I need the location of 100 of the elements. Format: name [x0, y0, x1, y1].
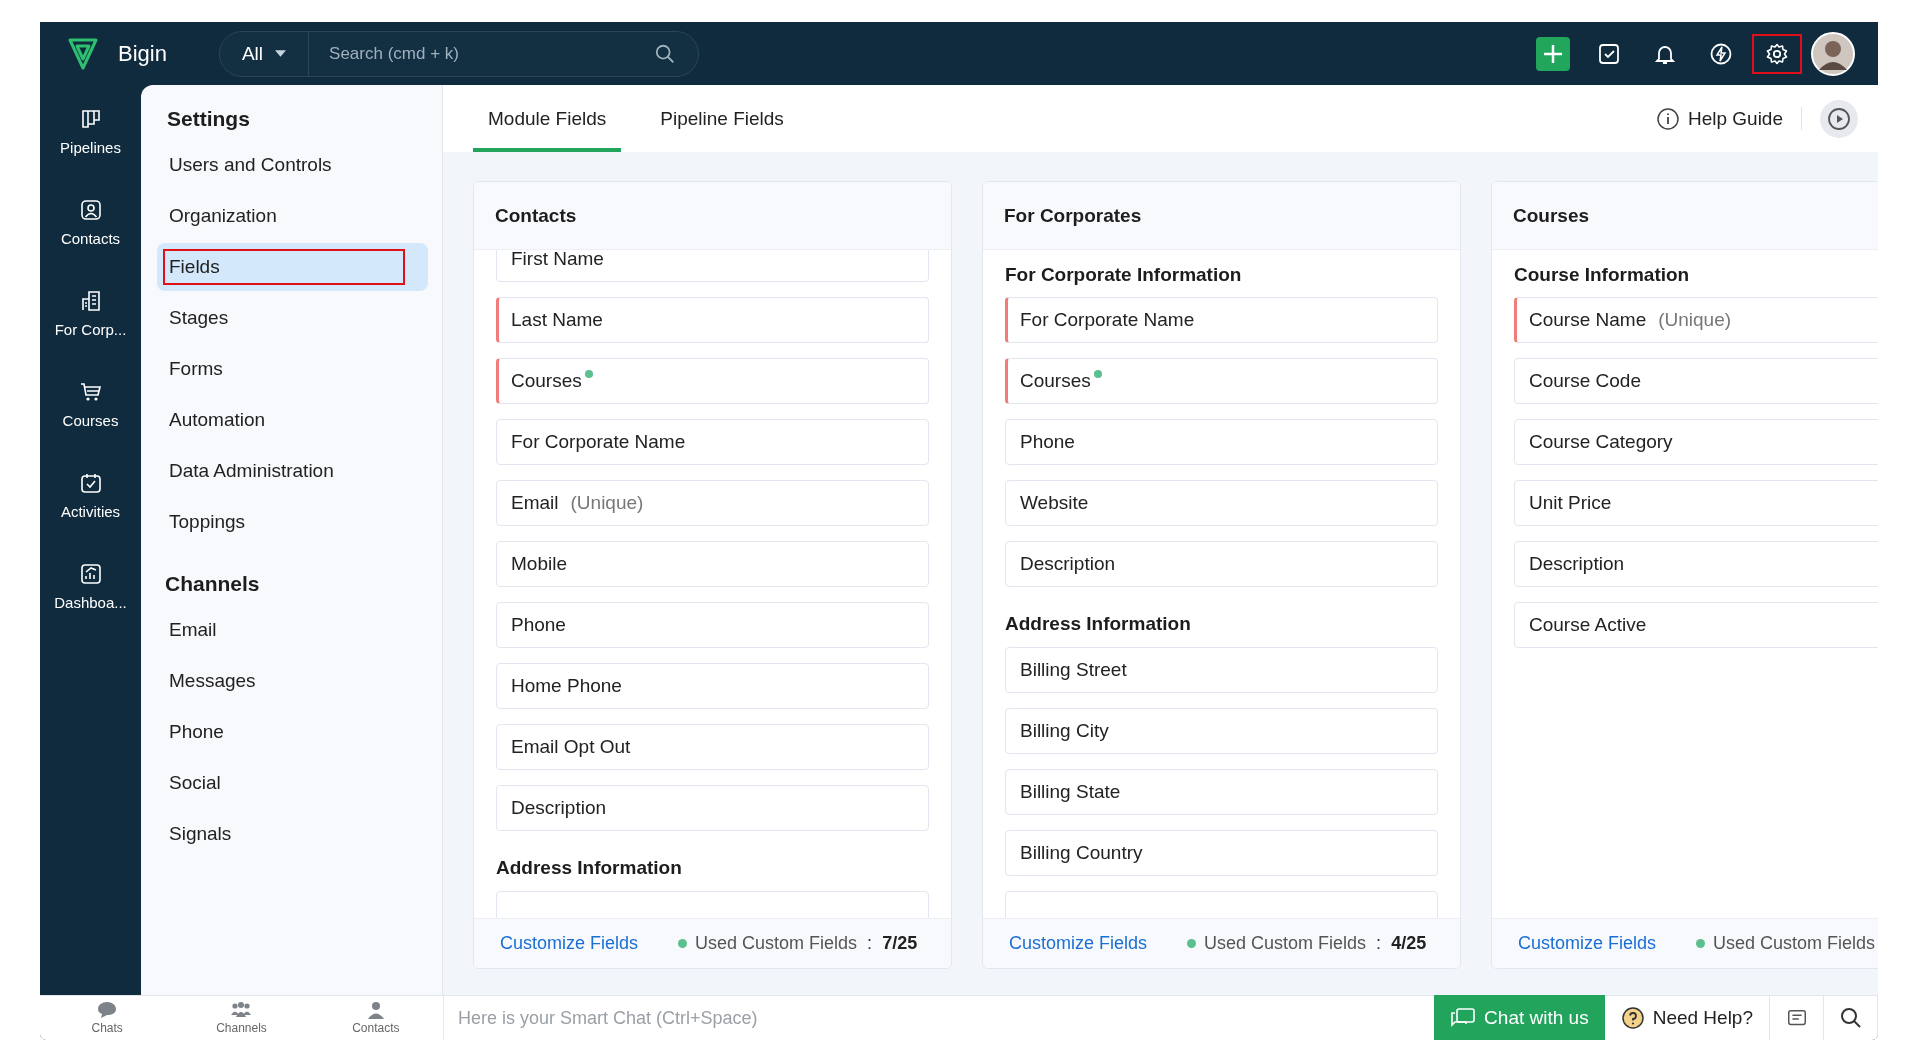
nav-item[interactable]: Dashboa... [40, 562, 141, 611]
field-row[interactable]: Phone [1005, 419, 1438, 465]
bottom-tab[interactable]: Chats [57, 996, 158, 1040]
field-label: Courses [511, 370, 582, 392]
field-row[interactable]: Website [1005, 480, 1438, 526]
field-row[interactable]: Home Phone [496, 663, 929, 709]
field-label: Billing Street [1020, 659, 1127, 681]
settings-item[interactable]: Toppings [157, 498, 428, 546]
field-row[interactable]: For Corporate Name [1005, 297, 1438, 343]
field-row[interactable]: Unit Price [1514, 480, 1878, 526]
field-row[interactable]: Course Name (Unique) [1514, 297, 1878, 343]
bottom-tab[interactable]: Channels [191, 996, 292, 1040]
nav-item[interactable]: Pipelines [40, 107, 141, 156]
used-fields-count: 4/25 [1391, 933, 1427, 954]
field-row[interactable]: Email Opt Out [496, 724, 929, 770]
logo-icon [68, 36, 98, 71]
card-title: For Corporates [983, 182, 1460, 250]
settings-item[interactable]: Email [157, 606, 428, 654]
field-row[interactable]: Billing City [1005, 708, 1438, 754]
notes-button[interactable] [1770, 995, 1824, 1040]
field-row[interactable]: Billing State [1005, 769, 1438, 815]
calendar-check-icon [78, 471, 103, 495]
settings-item[interactable]: Signals [157, 810, 428, 858]
settings-button[interactable] [1752, 33, 1802, 74]
field-label: Course Active [1529, 614, 1647, 636]
field-note: (Unique) [1658, 309, 1732, 331]
app-name: Bigin [118, 40, 167, 67]
field-row[interactable]: Description [496, 785, 929, 831]
settings-item[interactable]: Automation [157, 396, 428, 444]
field-row[interactable]: Course Category [1514, 419, 1878, 465]
customize-fields-link[interactable]: Customize Fields [500, 933, 639, 954]
lightning-icon [1709, 41, 1733, 66]
field-row[interactable]: Mobile [496, 541, 929, 587]
field-row[interactable]: Phone [496, 602, 929, 648]
field-row[interactable]: Email (Unique) [496, 480, 929, 526]
settings-item[interactable]: Users and Controls [157, 141, 428, 189]
question-icon [1620, 1006, 1645, 1030]
separator-colon: : [867, 933, 873, 954]
nav-item[interactable]: For Corp... [40, 289, 141, 338]
field-label: Billing City [1020, 720, 1109, 742]
field-note: (Unique) [570, 492, 644, 514]
section-heading: Settings [167, 107, 251, 131]
field-row[interactable]: Billing Street [1005, 647, 1438, 693]
field-row[interactable]: Description [1514, 541, 1878, 587]
group-icon [230, 1001, 253, 1019]
field-label: Billing Country [1020, 842, 1143, 864]
settings-item[interactable]: Forms [157, 345, 428, 393]
nav-item[interactable]: Courses [40, 380, 141, 429]
contact-icon [78, 198, 103, 222]
field-row[interactable]: Billing Country [1005, 830, 1438, 876]
bottom-tab[interactable]: Contacts [325, 996, 426, 1040]
field-row[interactable]: Last Name [496, 297, 929, 343]
play-button[interactable] [1820, 99, 1858, 138]
settings-item[interactable]: Phone [157, 708, 428, 756]
field-row[interactable]: Course Code [1514, 358, 1878, 404]
avatar-icon [1811, 31, 1855, 76]
field-row[interactable]: For Corporate Name [496, 419, 929, 465]
section-heading: Address Information [496, 857, 683, 879]
caret-icon [275, 50, 287, 57]
card-title: Courses [1492, 182, 1878, 250]
field-label: Billing State [1020, 781, 1121, 803]
field-label: Email Opt Out [511, 736, 631, 758]
used-fields-label: Used Custom Fields [695, 933, 858, 954]
search-icon [653, 42, 676, 65]
section-heading: For Corporate Information [1005, 264, 1243, 286]
field-row[interactable]: Courses [1005, 358, 1438, 404]
settings-item[interactable]: Organization [157, 192, 428, 240]
avatar-button[interactable] [1808, 33, 1858, 74]
search-button[interactable] [1824, 995, 1878, 1040]
settings-item[interactable]: Messages [157, 657, 428, 705]
customize-fields-link[interactable]: Customize Fields [1009, 933, 1148, 954]
used-fields-label: Used Custom Fields [1713, 933, 1876, 954]
section-heading: Course Information [1514, 264, 1691, 286]
field-row[interactable]: Course Active [1514, 602, 1878, 648]
field-label: Mobile [511, 553, 567, 575]
field-label: Description [1020, 553, 1116, 575]
field-row[interactable]: Courses [496, 358, 929, 404]
info-icon [1655, 106, 1680, 131]
help-guide-link[interactable]: Help Guide [1655, 85, 1783, 152]
settings-item[interactable]: Data Administration [157, 447, 428, 495]
tab[interactable]: Module Fields [473, 85, 622, 152]
tab[interactable]: Pipeline Fields [645, 85, 799, 152]
field-label: Course Code [1529, 370, 1641, 392]
nav-item[interactable]: Activities [40, 471, 141, 520]
settings-item[interactable]: Stages [157, 294, 428, 342]
used-fields-label: Used Custom Fields [1204, 933, 1367, 954]
nav-item[interactable]: Contacts [40, 198, 141, 247]
field-label: Unit Price [1529, 492, 1612, 514]
field-label: For Corporate Name [511, 431, 686, 453]
smart-chat-field[interactable]: Here is your Smart Chat (Ctrl+Space) [444, 995, 1435, 1040]
settings-item[interactable]: Social [157, 759, 428, 807]
field-label: Description [1529, 553, 1625, 575]
customize-fields-link[interactable]: Customize Fields [1518, 933, 1657, 954]
settings-item[interactable]: Fields [157, 243, 428, 291]
field-row[interactable]: First Name [496, 250, 929, 282]
need-help-button[interactable]: Need Help? [1604, 995, 1770, 1040]
search-icon [1838, 1006, 1863, 1030]
scope-dropdown[interactable]: All [219, 31, 310, 76]
search-field[interactable]: All Search (cmd + k) [218, 30, 699, 77]
field-row[interactable]: Description [1005, 541, 1438, 587]
